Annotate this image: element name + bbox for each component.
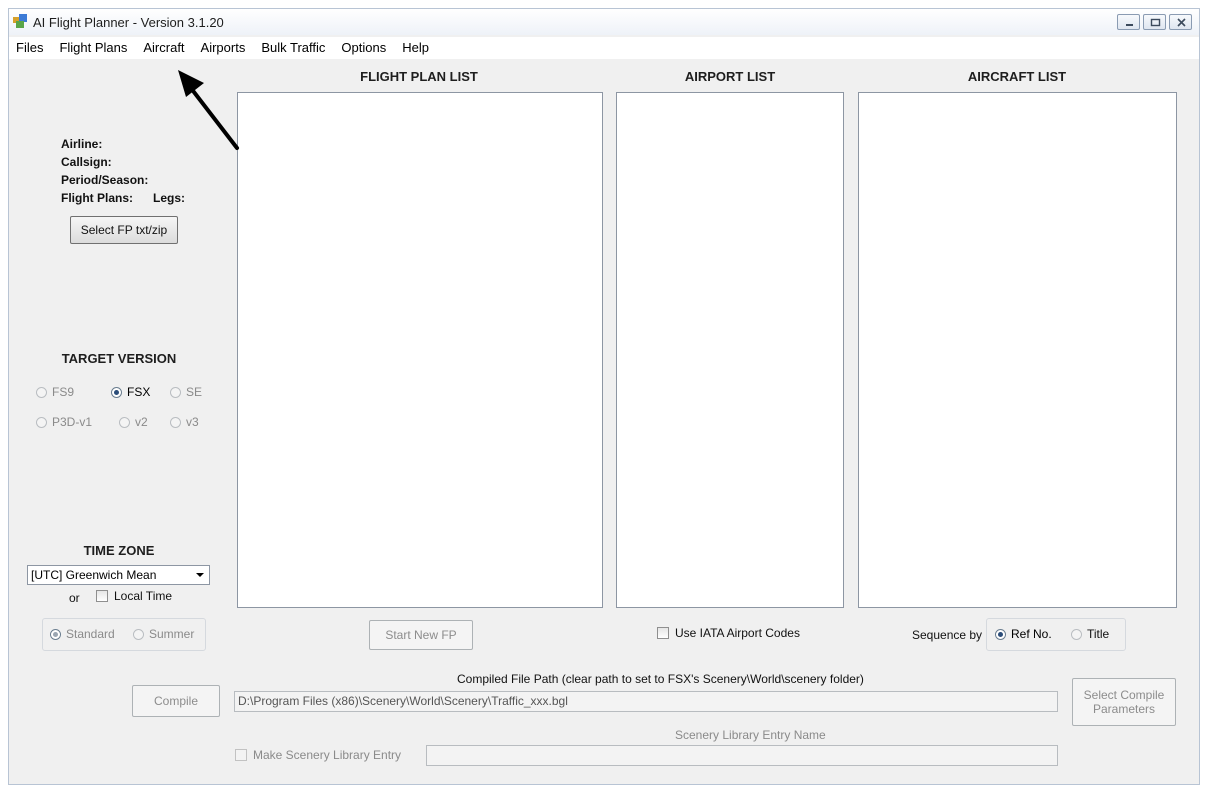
or-label: or — [69, 591, 80, 605]
menu-files[interactable]: Files — [9, 37, 51, 59]
radio-summer[interactable]: Summer — [133, 627, 194, 641]
app-icon — [13, 14, 27, 28]
airport-list-header: AIRPORT LIST — [684, 69, 776, 84]
menu-aircraft[interactable]: Aircraft — [135, 37, 192, 59]
flight-plan-list[interactable] — [237, 92, 603, 608]
flight-plan-list-header: FLIGHT PLAN LIST — [360, 69, 478, 84]
title-bar[interactable]: AI Flight Planner - Version 3.1.20 — [9, 9, 1199, 35]
scenery-library-name-label: Scenery Library Entry Name — [675, 728, 826, 742]
start-new-fp-button[interactable]: Start New FP — [369, 620, 473, 650]
select-fp-button[interactable]: Select FP txt/zip — [70, 216, 178, 244]
radio-v2[interactable]: v2 — [119, 415, 148, 429]
window-title: AI Flight Planner - Version 3.1.20 — [33, 15, 224, 30]
select-compile-parameters-button[interactable]: Select Compile Parameters — [1072, 678, 1176, 726]
menu-bulk-traffic[interactable]: Bulk Traffic — [253, 37, 333, 59]
radio-v3[interactable]: v3 — [170, 415, 199, 429]
radio-fs9[interactable]: FS9 — [36, 385, 74, 399]
time-zone-title: TIME ZONE — [83, 543, 155, 558]
flight-plans-label: Flight Plans: — [61, 191, 133, 205]
radio-p3d-v1[interactable]: P3D-v1 — [36, 415, 92, 429]
airline-label: Airline: — [61, 137, 103, 151]
use-iata-checkbox[interactable]: Use IATA Airport Codes — [657, 626, 800, 640]
app-window: AI Flight Planner - Version 3.1.20 Files… — [8, 8, 1200, 785]
maximize-icon[interactable] — [1143, 14, 1166, 30]
menu-options[interactable]: Options — [333, 37, 394, 59]
target-version-title: TARGET VERSION — [61, 351, 177, 366]
radio-standard[interactable]: Standard — [50, 627, 115, 641]
chevron-down-icon — [196, 573, 204, 577]
menu-airports[interactable]: Airports — [193, 37, 254, 59]
scenery-library-name-input[interactable] — [426, 745, 1058, 766]
menu-flight-plans[interactable]: Flight Plans — [51, 37, 135, 59]
minimize-icon[interactable] — [1117, 14, 1140, 30]
legs-label: Legs: — [153, 191, 186, 205]
local-time-checkbox[interactable]: Local Time — [96, 589, 172, 603]
airport-list[interactable] — [616, 92, 844, 608]
compile-button[interactable]: Compile — [132, 685, 220, 717]
radio-title[interactable]: Title — [1071, 627, 1109, 641]
menu-bar: Files Flight Plans Aircraft Airports Bul… — [9, 37, 1199, 59]
radio-fsx[interactable]: FSX — [111, 385, 150, 399]
callsign-label: Callsign: — [61, 155, 112, 169]
make-scenery-library-entry-checkbox[interactable]: Make Scenery Library Entry — [235, 748, 401, 762]
compiled-path-label: Compiled File Path (clear path to set to… — [457, 672, 864, 686]
aircraft-list[interactable] — [858, 92, 1177, 608]
sequence-by-label: Sequence by — [912, 628, 983, 642]
period-season-label: Period/Season: — [61, 173, 149, 187]
close-icon[interactable] — [1169, 14, 1192, 30]
radio-ref-no[interactable]: Ref No. — [995, 627, 1052, 641]
aircraft-list-header: AIRCRAFT LIST — [967, 69, 1067, 84]
time-zone-selected-value: [UTC] Greenwich Mean — [31, 568, 157, 582]
compiled-path-input[interactable]: D:\Program Files (x86)\Scenery\World\Sce… — [234, 691, 1058, 712]
radio-se[interactable]: SE — [170, 385, 202, 399]
menu-help[interactable]: Help — [394, 37, 437, 59]
time-zone-select[interactable]: [UTC] Greenwich Mean — [27, 565, 210, 585]
